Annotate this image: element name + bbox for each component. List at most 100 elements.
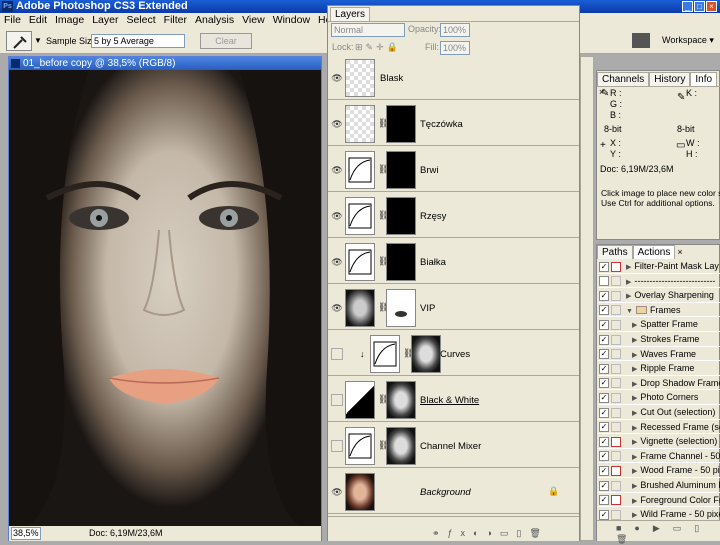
layer-mask-thumbnail[interactable] (386, 427, 416, 465)
dialog-toggle-icon[interactable] (611, 290, 621, 301)
layer-mask-thumbnail[interactable] (386, 197, 416, 235)
action-item[interactable]: ✓ ▶ Frame Channel - 50 p (598, 449, 720, 464)
visibility-eye-icon[interactable]: 👁 (331, 394, 343, 406)
action-toggle-checkbox[interactable]: ✓ (599, 334, 609, 345)
layer-mask-thumbnail[interactable] (386, 151, 416, 189)
action-item[interactable]: ✓ ▶ Waves Frame (598, 347, 720, 362)
action-item[interactable]: ✓ ▶ Spatter Frame (598, 317, 720, 332)
tab-history[interactable]: History (649, 72, 691, 86)
action-toggle-checkbox[interactable]: ✓ (599, 436, 609, 447)
visibility-eye-icon[interactable]: 👁 (331, 210, 343, 222)
tool-preset-chevron-icon[interactable]: ▼ (34, 36, 42, 45)
action-toggle-checkbox[interactable]: ✓ (599, 480, 609, 491)
menu-item-filter[interactable]: Filter (160, 14, 191, 26)
action-toggle-checkbox[interactable]: ✓ (599, 466, 609, 477)
visibility-eye-icon[interactable]: 👁 (331, 118, 343, 130)
image-canvas[interactable] (9, 70, 321, 526)
menu-item-edit[interactable]: Edit (25, 14, 51, 26)
action-toggle-checkbox[interactable]: ✓ (599, 320, 609, 331)
visibility-eye-icon[interactable]: 👁 (331, 72, 343, 84)
action-item[interactable]: ▶ --------------------------- (598, 274, 720, 289)
action-toggle-checkbox[interactable]: ✓ (599, 495, 609, 506)
panel-scrollbar[interactable] (580, 56, 594, 541)
dialog-toggle-icon[interactable] (611, 334, 621, 345)
menu-item-layer[interactable]: Layer (88, 14, 122, 26)
expand-triangle-icon[interactable]: ▶ (632, 436, 637, 448)
expand-triangle-icon[interactable]: ▶ (626, 276, 631, 288)
dialog-toggle-icon[interactable] (611, 407, 621, 418)
action-toggle-checkbox[interactable]: ✓ (599, 305, 609, 316)
menu-item-window[interactable]: Window (269, 14, 314, 26)
palette-well-icon[interactable] (632, 33, 650, 48)
action-toggle-checkbox[interactable]: ✓ (599, 509, 609, 520)
menu-item-file[interactable]: File (0, 14, 25, 26)
layer-mask-thumbnail[interactable] (386, 243, 416, 281)
dialog-toggle-icon[interactable] (611, 276, 621, 287)
dialog-toggle-icon[interactable] (611, 436, 621, 447)
dialog-toggle-icon[interactable] (611, 509, 621, 520)
expand-triangle-icon[interactable]: ▶ (632, 392, 637, 404)
action-item[interactable]: ✓ ▶ Wood Frame - 50 pix (598, 463, 720, 478)
action-toggle-checkbox[interactable]: ✓ (599, 393, 609, 404)
action-item[interactable]: ✓ ▶ Cut Out (selection) (598, 405, 720, 420)
tab-channels[interactable]: Channels (597, 72, 650, 86)
tab-paths[interactable]: Paths (597, 245, 633, 259)
dialog-toggle-icon[interactable] (611, 320, 621, 331)
dialog-toggle-icon[interactable] (611, 393, 621, 404)
action-item[interactable]: ✓ ▶ Foreground Color Fr (598, 493, 720, 508)
tab-layers[interactable]: Layers × (330, 7, 370, 33)
menu-item-select[interactable]: Select (122, 14, 159, 26)
close-button[interactable]: × (706, 1, 717, 12)
expand-triangle-icon[interactable]: ▶ (632, 378, 637, 390)
layer-footer-icons[interactable]: ⚭ƒx◐◑▭▯🗑 (432, 528, 549, 539)
menu-item-analysis[interactable]: Analysis (191, 14, 238, 26)
action-item[interactable]: ✓ ▶ Drop Shadow Frame (598, 376, 720, 391)
workspace-button[interactable]: Workspace ▾ (662, 35, 714, 46)
expand-triangle-icon[interactable]: ▶ (632, 465, 637, 477)
action-toggle-checkbox[interactable]: ✓ (599, 290, 609, 301)
action-item[interactable]: ✓ ▶ Vignette (selection) (598, 434, 720, 449)
expand-triangle-icon[interactable]: ▼ (626, 305, 633, 317)
expand-triangle-icon[interactable]: ▶ (632, 319, 637, 331)
dialog-toggle-icon[interactable] (611, 422, 621, 433)
action-item[interactable]: ✓ ▶ Overlay Sharpening (598, 288, 720, 303)
expand-triangle-icon[interactable]: ▶ (632, 495, 637, 507)
lock-icons[interactable]: ⊞✎✛🔒 (355, 42, 401, 53)
action-item[interactable]: ✓ ▼ Frames (598, 303, 720, 318)
action-footer-icons[interactable]: ■●▶▭▯🗑 (616, 523, 720, 545)
action-item[interactable]: ✓ ▶ Photo Corners (598, 390, 720, 405)
menu-item-view[interactable]: View (238, 14, 269, 26)
tab-actions[interactable]: Actions (632, 245, 676, 259)
action-item[interactable]: ✓ ▶ Brushed Aluminum Fr (598, 478, 720, 493)
zoom-field[interactable]: 38,5% (11, 527, 41, 540)
layer-mask-thumbnail[interactable] (386, 105, 416, 143)
expand-triangle-icon[interactable]: ▶ (632, 480, 637, 492)
visibility-eye-icon[interactable]: 👁 (331, 348, 343, 360)
layer-mask-thumbnail[interactable] (411, 335, 441, 373)
action-item[interactable]: ✓ ▶ Ripple Frame (598, 361, 720, 376)
expand-triangle-icon[interactable]: ▶ (626, 290, 631, 302)
visibility-eye-icon[interactable]: 👁 (331, 486, 343, 498)
sample-size-select[interactable]: 5 by 5 Average (91, 34, 185, 48)
action-toggle-checkbox[interactable]: ✓ (599, 451, 609, 462)
dialog-toggle-icon[interactable] (611, 349, 621, 360)
fill-field[interactable]: 100% (440, 41, 470, 55)
expand-triangle-icon[interactable]: ▶ (632, 363, 637, 375)
expand-triangle-icon[interactable]: ▶ (632, 334, 637, 346)
action-toggle-checkbox[interactable]: ✓ (599, 422, 609, 433)
expand-triangle-icon[interactable]: ▶ (632, 451, 637, 463)
maximize-button[interactable]: □ (694, 1, 705, 12)
minimize-button[interactable]: _ (682, 1, 693, 12)
dialog-toggle-icon[interactable] (611, 495, 621, 506)
layer-mask-thumbnail[interactable] (386, 289, 416, 327)
visibility-eye-icon[interactable]: 👁 (331, 164, 343, 176)
action-item[interactable]: ✓ ▶ Strokes Frame (598, 332, 720, 347)
action-toggle-checkbox[interactable]: ✓ (599, 407, 609, 418)
action-toggle-checkbox[interactable]: ✓ (599, 261, 609, 272)
dialog-toggle-icon[interactable] (611, 305, 621, 316)
action-item[interactable]: ✓ ▶ Filter-Paint Mask Lay (598, 259, 720, 274)
layer-mask-thumbnail[interactable] (386, 381, 416, 419)
expand-triangle-icon[interactable]: ▶ (632, 407, 637, 419)
dialog-toggle-icon[interactable] (611, 378, 621, 389)
dialog-toggle-icon[interactable] (611, 363, 621, 374)
